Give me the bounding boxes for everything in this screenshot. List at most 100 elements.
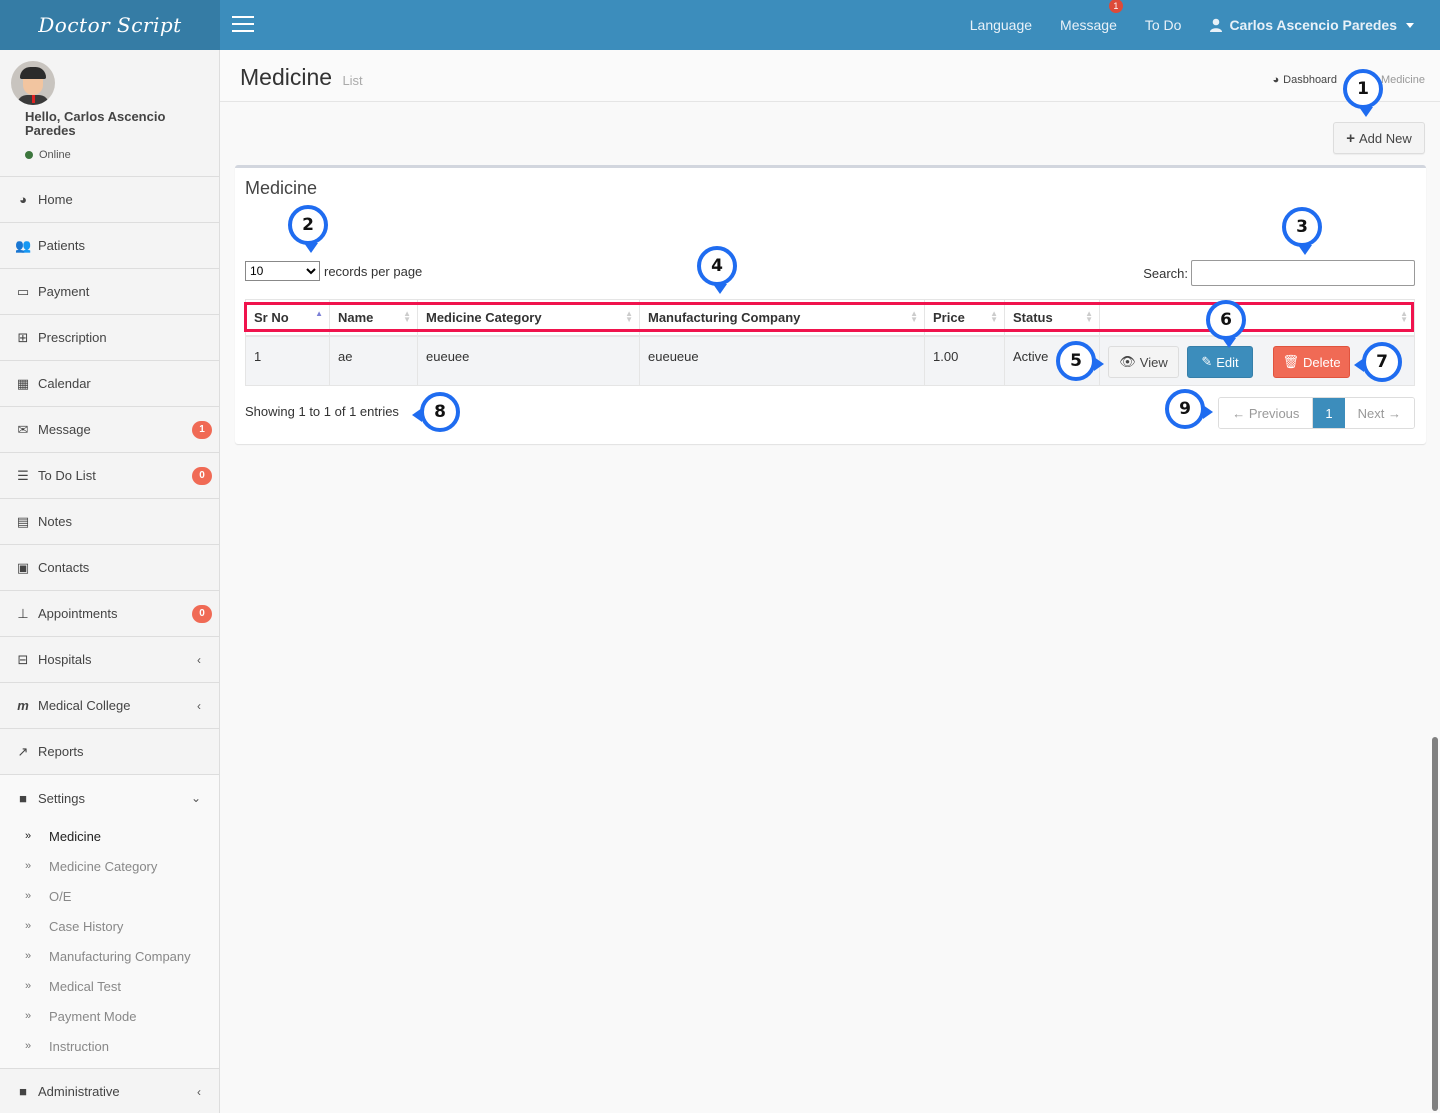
top-navbar: Language Message 1 To Do Carlos Ascencio… (220, 0, 1440, 50)
trash-icon: 🗑 (1282, 354, 1299, 369)
user-status: Online (25, 149, 71, 161)
callout-6: 6 (1206, 300, 1246, 348)
sidebar-item-administrative[interactable]: ■ Administrative ‹ (0, 1069, 219, 1113)
submenu-item-instruction[interactable]: » Instruction (0, 1031, 219, 1061)
sidebar-item-label: Reports (38, 744, 84, 759)
column-header-name[interactable]: Name ▲ ▼ (329, 299, 418, 337)
column-header-manufacturing-company[interactable]: Manufacturing Company ▲ ▼ (639, 299, 925, 337)
medkit-icon: ⊞ (17, 329, 29, 345)
sidebar-item-notes[interactable]: ▤ Notes (0, 499, 219, 545)
sidebar-item-message[interactable]: ✉ Message 1 (0, 407, 219, 453)
edit-button[interactable]: ✎ Edit (1187, 346, 1253, 378)
callout-9: 9 (1165, 389, 1213, 429)
page-subtitle: List (342, 73, 363, 88)
callout-5: 5 (1056, 341, 1104, 381)
content-header: Medicine List ◕ Dasbhoard Medicine (220, 50, 1440, 102)
user-panel: Hello, Carlos Ascencio Paredes Online (0, 50, 219, 177)
submenu-item-medicine-category[interactable]: » Medicine Category (0, 851, 219, 881)
sort-icon: ▲ ▼ (1085, 309, 1093, 324)
sidebar-item-reports[interactable]: ↗ Reports (0, 729, 219, 775)
message-menu[interactable]: Message 1 (1046, 0, 1131, 33)
submenu-item-case-history[interactable]: » Case History (0, 911, 219, 941)
column-header-price[interactable]: Price ▲ ▼ (924, 299, 1005, 337)
user-icon (1210, 18, 1223, 32)
chevron-down-icon: ⌄ (190, 791, 201, 805)
sidebar-item-label: Calendar (38, 376, 91, 391)
sort-icon: ▲ ▼ (1400, 309, 1408, 324)
caret-down-icon (1406, 22, 1414, 28)
language-menu[interactable]: Language (956, 17, 1046, 33)
column-header-medicine-category[interactable]: Medicine Category ▲ ▼ (417, 299, 640, 337)
add-new-button[interactable]: + Add New (1333, 122, 1425, 154)
breadcrumb-dashboard-link[interactable]: Dasbhoard (1283, 74, 1337, 86)
column-header-status[interactable]: Status ▲ ▼ (1004, 299, 1100, 337)
folder-icon: ■ (19, 1084, 27, 1099)
submenu-item-oe[interactable]: » O/E (0, 881, 219, 911)
submenu-item-medicine[interactable]: » Medicine (0, 821, 219, 851)
cell-category: eueuee (417, 335, 640, 386)
address-card-icon: ▣ (16, 559, 30, 575)
search-control: Search: (1143, 260, 1415, 286)
sidebar-item-label: To Do List (38, 468, 96, 483)
sidebar-item-todo-list[interactable]: ☰ To Do List 0 (0, 453, 219, 499)
sidebar: Hello, Carlos Ascencio Paredes Online ◕ … (0, 50, 220, 1113)
callout-2: 2 (288, 205, 328, 253)
todo-menu[interactable]: To Do (1131, 17, 1196, 33)
callout-1: 1 (1343, 69, 1383, 117)
app-logo[interactable]: Doctor Script (0, 0, 220, 50)
column-header-sr-no[interactable]: Sr No ▲ (245, 299, 330, 337)
callout-3: 3 (1282, 207, 1322, 255)
records-per-page-select[interactable]: 10 (245, 261, 320, 281)
envelope-icon: ✉ (17, 421, 29, 437)
sidebar-item-payment[interactable]: ▭ Payment (0, 269, 219, 315)
submenu-item-medical-test[interactable]: » Medical Test (0, 971, 219, 1001)
column-header-actions[interactable]: ▲ ▼ (1099, 299, 1415, 337)
sidebar-item-patients[interactable]: 👥 Patients (0, 223, 219, 269)
college-m-icon: m (17, 698, 29, 713)
sidebar-item-settings[interactable]: ■ Settings ⌄ (0, 775, 219, 821)
view-button[interactable]: 👁 View (1108, 346, 1179, 378)
double-chevron-right-icon: » (25, 890, 32, 902)
user-menu[interactable]: Carlos Ascencio Paredes (1195, 17, 1440, 33)
sidebar-item-calendar[interactable]: ▦ Calendar (0, 361, 219, 407)
submenu-item-label: Payment Mode (49, 1008, 137, 1024)
next-page-button[interactable]: Next → (1344, 398, 1414, 428)
edit-label: Edit (1216, 354, 1239, 370)
sort-icon: ▲ ▼ (403, 309, 411, 324)
submenu-item-label: Instruction (49, 1038, 109, 1054)
view-label: View (1139, 354, 1168, 370)
online-status-icon (25, 151, 33, 159)
page-1-button[interactable]: 1 (1313, 398, 1345, 428)
sidebar-item-prescription[interactable]: ⊞ Prescription (0, 315, 219, 361)
submenu-item-payment-mode[interactable]: » Payment Mode (0, 1001, 219, 1031)
sidebar-item-hospitals[interactable]: ⊟ Hospitals ‹ (0, 637, 219, 683)
sidebar-item-label: Contacts (38, 560, 90, 575)
sidebar-item-contacts[interactable]: ▣ Contacts (0, 545, 219, 591)
message-label: Message (1060, 17, 1117, 33)
delete-button[interactable]: 🗑 Delete (1273, 346, 1350, 378)
search-input[interactable] (1191, 260, 1415, 286)
plus-icon: + (1346, 129, 1355, 147)
page-scrollbar[interactable] (1432, 737, 1438, 1111)
sidebar-item-medical-college[interactable]: m Medical College ‹ (0, 683, 219, 729)
sidebar-toggle-icon[interactable] (232, 16, 254, 34)
chevron-left-icon: ‹ (197, 1084, 201, 1099)
sidebar-item-label: Appointments (38, 606, 118, 621)
line-chart-icon: ↗ (17, 743, 29, 759)
submenu-item-label: O/E (49, 888, 72, 904)
avatar (11, 61, 55, 105)
callout-8: 8 (412, 392, 460, 432)
double-chevron-right-icon: » (25, 1010, 32, 1022)
previous-page-button[interactable]: ← Previous (1219, 398, 1314, 428)
double-chevron-right-icon: » (25, 980, 32, 992)
page-title: Medicine List (240, 64, 363, 91)
submenu-item-manufacturing-company[interactable]: » Manufacturing Company (0, 941, 219, 971)
sidebar-item-label: Message (38, 422, 91, 437)
sidebar-item-appointments[interactable]: ⊥ Appointments 0 (0, 591, 219, 637)
delete-label: Delete (1302, 354, 1341, 370)
callout-4: 4 (697, 246, 737, 294)
cell-name: ae (329, 335, 418, 386)
credit-card-icon: ▭ (16, 283, 30, 299)
sidebar-item-home[interactable]: ◕ Home (0, 177, 219, 223)
chevron-left-icon: ‹ (197, 652, 201, 667)
